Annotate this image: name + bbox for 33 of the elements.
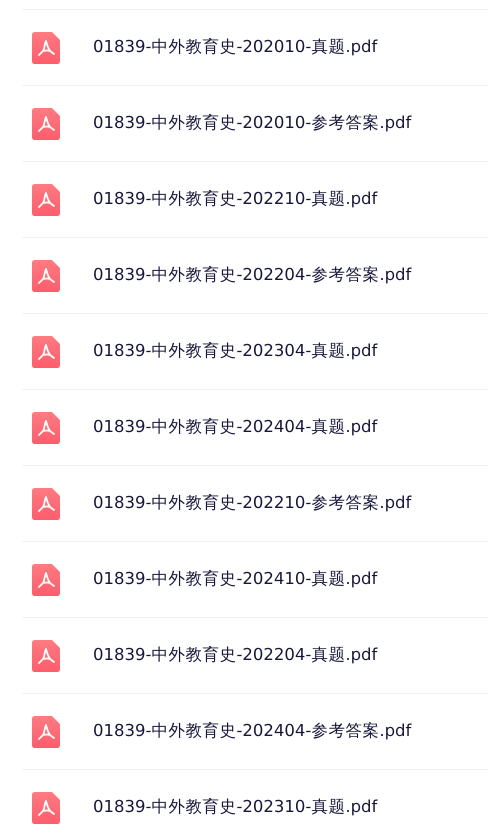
pdf-file-icon [32, 32, 60, 64]
file-row[interactable]: 01839-中外教育史-202204-真题.pdf [22, 617, 488, 693]
file-name: 01839-中外教育史-202010-真题.pdf [93, 36, 378, 58]
pdf-file-icon [32, 260, 60, 292]
pdf-file-icon [32, 108, 60, 140]
file-name: 01839-中外教育史-202210-参考答案.pdf [93, 492, 412, 514]
pdf-file-icon [32, 792, 60, 824]
file-name: 01839-中外教育史-202404-真题.pdf [93, 416, 378, 438]
pdf-file-icon [32, 716, 60, 748]
file-row[interactable]: 01839-中外教育史-202210-真题.pdf [22, 161, 488, 237]
file-row[interactable]: 01839-中外教育史-202010-真题.pdf [22, 9, 488, 85]
file-row[interactable]: 01839-中外教育史-202210-参考答案.pdf [22, 465, 488, 541]
file-name: 01839-中外教育史-202410-真题.pdf [93, 568, 378, 590]
file-row[interactable]: 01839-中外教育史-202304-真题.pdf [22, 313, 488, 389]
pdf-file-icon [32, 184, 60, 216]
pdf-file-icon [32, 564, 60, 596]
file-row[interactable]: 01839-中外教育史-202010-参考答案.pdf [22, 85, 488, 161]
file-row[interactable]: 01839-中外教育史-202310-真题.pdf [22, 769, 488, 838]
file-row[interactable]: 01839-中外教育史-202404-参考答案.pdf [22, 693, 488, 769]
file-name: 01839-中外教育史-202304-真题.pdf [93, 340, 378, 362]
pdf-file-icon [32, 640, 60, 672]
file-row[interactable]: 01839-中外教育史-202404-真题.pdf [22, 389, 488, 465]
pdf-file-icon [32, 336, 60, 368]
file-name: 01839-中外教育史-202310-真题.pdf [93, 796, 378, 818]
pdf-file-icon [32, 412, 60, 444]
file-row[interactable]: 01839-中外教育史-202410-真题.pdf [22, 541, 488, 617]
file-name: 01839-中外教育史-202204-参考答案.pdf [93, 264, 412, 286]
file-row[interactable]: 01839-中外教育史-202204-参考答案.pdf [22, 237, 488, 313]
file-name: 01839-中外教育史-202010-参考答案.pdf [93, 112, 412, 134]
file-name: 01839-中外教育史-202404-参考答案.pdf [93, 720, 412, 742]
file-name: 01839-中外教育史-202210-真题.pdf [93, 188, 378, 210]
file-name: 01839-中外教育史-202204-真题.pdf [93, 644, 378, 666]
pdf-file-icon [32, 488, 60, 520]
